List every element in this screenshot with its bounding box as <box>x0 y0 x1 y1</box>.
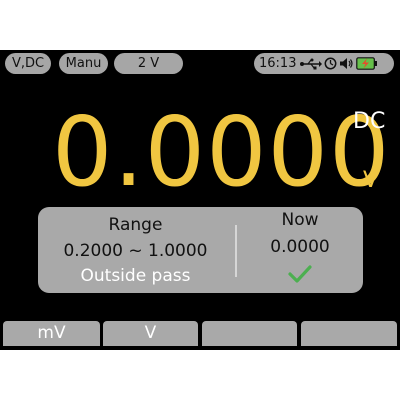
meter-screen: V,DC Manu 2 V 16:13 0.0000 DC V Range 0.… <box>0 50 400 350</box>
function-button[interactable]: V,DC <box>5 53 51 74</box>
measurement-unit-label: V <box>363 168 379 193</box>
clock-time: 16:13 <box>259 56 297 71</box>
softkey-4[interactable] <box>301 321 397 346</box>
clock-icon <box>324 57 337 70</box>
range-button[interactable]: 2 V <box>114 53 183 74</box>
softkey-mv[interactable]: mV <box>3 321 100 346</box>
speaker-icon <box>339 57 354 70</box>
softkey-3[interactable] <box>202 321 297 346</box>
pass-status: Outside pass <box>80 266 191 286</box>
status-bar: 16:13 <box>254 53 394 74</box>
trigger-mode-button[interactable]: Manu <box>59 53 108 74</box>
limit-test-panel: Range 0.2000 ~ 1.0000 Outside pass Now 0… <box>38 207 363 293</box>
softkey-v[interactable]: V <box>103 321 198 346</box>
now-title: Now <box>281 210 319 230</box>
measurement-reading: 0.0000 <box>52 98 391 208</box>
battery-icon <box>356 57 378 70</box>
usb-icon <box>300 58 323 70</box>
check-icon <box>288 265 312 287</box>
now-value: 0.0000 <box>270 237 330 257</box>
measurement-mode-label: DC <box>353 109 386 134</box>
range-title: Range <box>108 215 163 235</box>
softkey-bar: mV V <box>0 321 400 346</box>
range-value: 0.2000 ~ 1.0000 <box>63 241 208 261</box>
